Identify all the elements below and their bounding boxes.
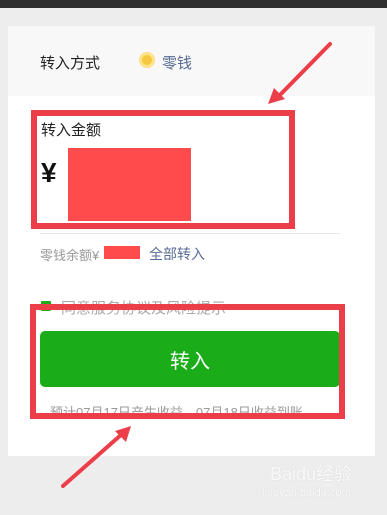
balance-redaction bbox=[104, 246, 140, 259]
amount-input[interactable] bbox=[68, 148, 191, 221]
balance-label: 零钱余额¥ bbox=[40, 248, 100, 263]
coin-icon bbox=[139, 52, 155, 68]
amount-title: 转入金额 bbox=[41, 122, 102, 139]
currency-symbol: ¥ bbox=[41, 157, 57, 188]
transfer-button[interactable]: 转入 bbox=[40, 331, 340, 387]
transfer-method-value: 零钱 bbox=[162, 55, 193, 72]
agreement-text[interactable]: 同意服务协议及风险提示 bbox=[61, 297, 226, 318]
watermark-url: jingyan.baidu.com bbox=[262, 487, 351, 499]
checkbox-checked-icon[interactable] bbox=[41, 301, 51, 311]
status-bar bbox=[0, 0, 387, 8]
watermark-brand: Baidu经验 bbox=[270, 464, 353, 484]
amount-divider bbox=[40, 233, 340, 234]
transfer-all-link[interactable]: 全部转入 bbox=[149, 244, 205, 264]
transfer-method-label: 转入方式 bbox=[40, 55, 101, 72]
earnings-timeline-text: 预计07月17日产生收益，07月18日收益到账 bbox=[50, 405, 303, 420]
